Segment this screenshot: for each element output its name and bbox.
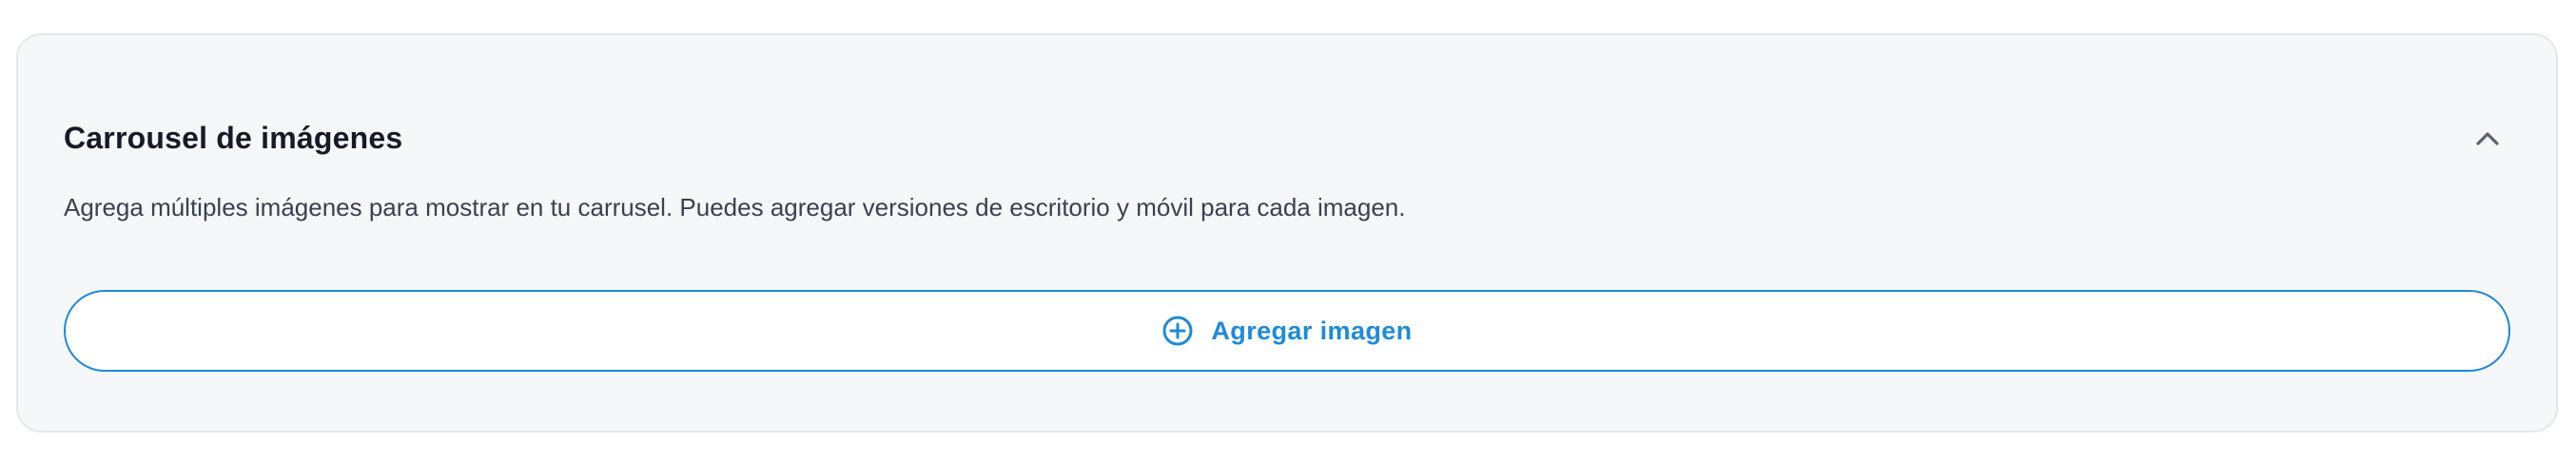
- chevron-up-icon: [2476, 132, 2499, 145]
- add-image-button[interactable]: Agregar imagen: [64, 290, 2510, 372]
- collapse-button[interactable]: [2461, 111, 2514, 164]
- plus-circle-icon: [1161, 315, 1194, 347]
- carousel-section-card: Carrousel de imágenes Agrega múltiples i…: [16, 33, 2558, 433]
- carousel-section-header: Carrousel de imágenes: [64, 109, 2510, 166]
- section-description: Agrega múltiples imágenes para mostrar e…: [64, 193, 1406, 221]
- section-title: Carrousel de imágenes: [64, 120, 403, 155]
- add-image-label: Agregar imagen: [1211, 316, 1413, 345]
